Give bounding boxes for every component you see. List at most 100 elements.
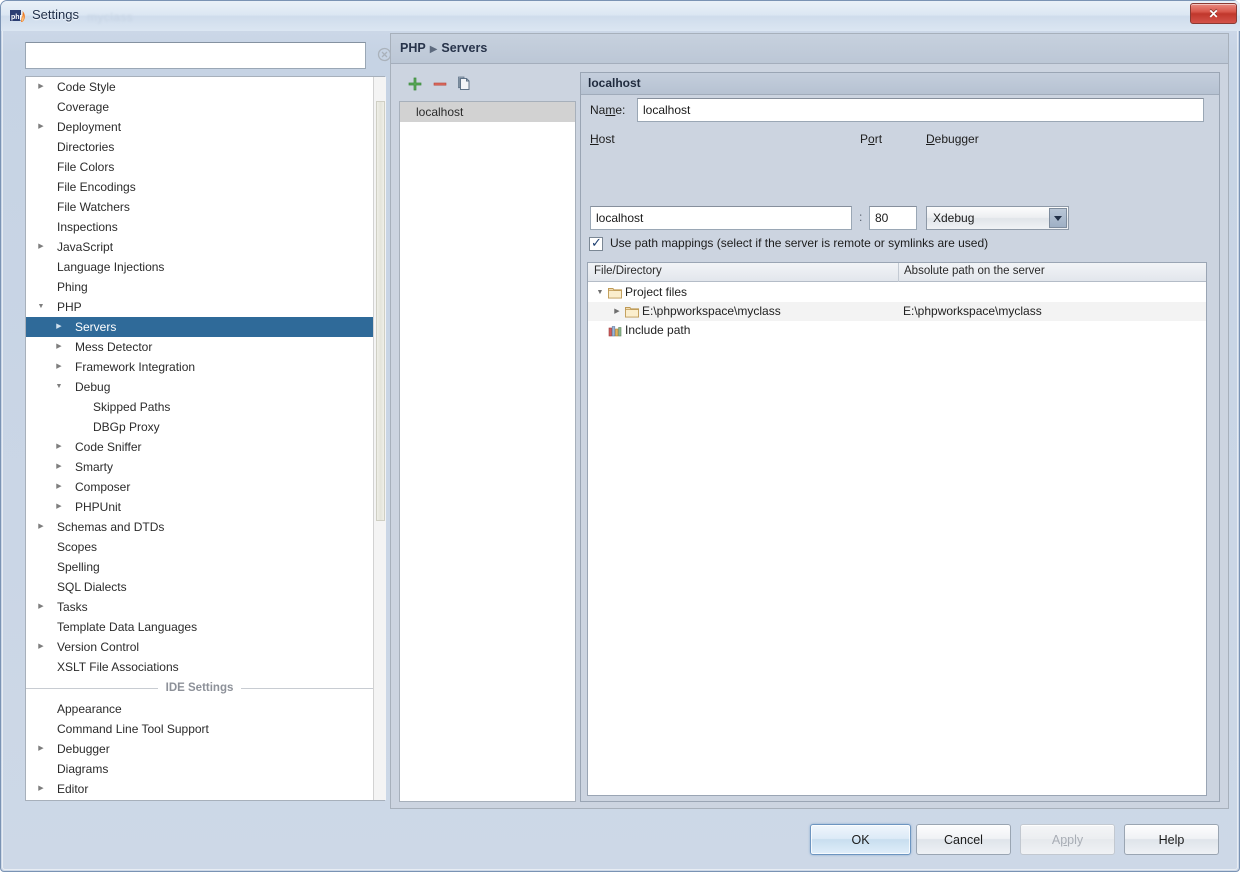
chevron-right-icon[interactable]: ▶	[36, 117, 46, 137]
sidebar-item-diagrams[interactable]: Diagrams	[26, 759, 373, 779]
column-header-absolute-path[interactable]: Absolute path on the server	[904, 265, 1045, 277]
sidebar-item-template-data-languages[interactable]: Template Data Languages	[26, 617, 373, 637]
chevron-right-icon[interactable]: ▶	[36, 739, 46, 759]
chevron-right-icon[interactable]: ▶	[54, 437, 64, 457]
breadcrumb-root[interactable]: PHP	[400, 41, 426, 55]
chevron-right-icon[interactable]: ▶	[54, 477, 64, 497]
sidebar-item-framework-integration[interactable]: ▶ Framework Integration	[26, 357, 373, 377]
help-button[interactable]: Help	[1124, 824, 1219, 855]
host-input[interactable]	[590, 206, 852, 230]
sidebar-item-javascript[interactable]: ▶ JavaScript	[26, 237, 373, 257]
servers-column: localhost	[399, 72, 576, 802]
chevron-right-icon[interactable]: ▶	[54, 337, 64, 357]
remove-icon[interactable]	[430, 74, 450, 94]
sidebar-item-editor[interactable]: ▶ Editor	[26, 779, 373, 799]
tree-item-label: Tasks	[57, 600, 88, 614]
sidebar-item-code-style[interactable]: ▶ Code Style	[26, 77, 373, 97]
debugger-label: Debugger	[926, 132, 979, 146]
sidebar-item-dbgp-proxy[interactable]: DBGp Proxy	[26, 417, 373, 437]
column-divider[interactable]	[898, 263, 899, 282]
tree-item-label: File Colors	[57, 160, 115, 174]
sidebar-item-tasks[interactable]: ▶ Tasks	[26, 597, 373, 617]
sidebar-item-scopes[interactable]: Scopes	[26, 537, 373, 557]
tree-item-label: PHPUnit	[75, 500, 122, 514]
chevron-down-icon[interactable]	[1049, 208, 1067, 228]
project-settings-items: ▶ Code Style Coverage ▶ Deployment Directorie…	[26, 77, 373, 677]
chevron-right-icon[interactable]: ▶	[54, 357, 64, 377]
settings-dialog-window: php Settings myclass ✕ ▶ Code Style Cove…	[0, 0, 1240, 872]
chevron-down-icon[interactable]: ▼	[595, 283, 605, 302]
table-row[interactable]: Include path	[588, 321, 1206, 340]
sidebar-item-code-sniffer[interactable]: ▶ Code Sniffer	[26, 437, 373, 457]
breadcrumb-leaf: Servers	[441, 41, 488, 55]
title-bar: php Settings myclass ✕	[1, 1, 1240, 31]
sidebar-item-schemas-and-dtds[interactable]: ▶ Schemas and DTDs	[26, 517, 373, 537]
sidebar-item-smarty[interactable]: ▶ Smarty	[26, 457, 373, 477]
close-button[interactable]: ✕	[1190, 3, 1237, 24]
servers-list[interactable]: localhost	[399, 101, 576, 802]
sidebar-item-language-injections[interactable]: Language Injections	[26, 257, 373, 277]
debugger-select[interactable]: Xdebug	[926, 206, 1069, 230]
chevron-down-icon[interactable]: ▼	[54, 377, 64, 397]
chevron-right-icon[interactable]: ▶	[36, 597, 46, 617]
sidebar-item-debug[interactable]: ▼ Debug	[26, 377, 373, 397]
sidebar-item-spelling[interactable]: Spelling	[26, 557, 373, 577]
sidebar-item-composer[interactable]: ▶ Composer	[26, 477, 373, 497]
sidebar-item-appearance[interactable]: Appearance	[26, 699, 373, 719]
ok-button[interactable]: OK	[810, 824, 911, 855]
chevron-right-icon[interactable]: ▶	[36, 779, 46, 799]
sidebar-item-file-colors[interactable]: File Colors	[26, 157, 373, 177]
sidebar-item-debugger[interactable]: ▶ Debugger	[26, 739, 373, 759]
name-label: Name:	[590, 103, 626, 117]
sidebar-item-mess-detector[interactable]: ▶ Mess Detector	[26, 337, 373, 357]
table-row[interactable]: ▼ Project files	[588, 283, 1206, 302]
sidebar-item-sql-dialects[interactable]: SQL Dialects	[26, 577, 373, 597]
chevron-right-icon[interactable]: ▶	[612, 302, 622, 321]
sidebar-item-xslt-file-associations[interactable]: XSLT File Associations	[26, 657, 373, 677]
path-mappings-checkbox[interactable]: ✓	[589, 236, 603, 251]
table-cell-absolute-path[interactable]: E:\phpworkspace\myclass	[903, 302, 1042, 321]
sidebar-item-phpunit[interactable]: ▶ PHPUnit	[26, 497, 373, 517]
chevron-right-icon[interactable]: ▶	[36, 637, 46, 657]
chevron-right-icon[interactable]: ▶	[36, 237, 46, 257]
copy-icon[interactable]	[454, 74, 474, 94]
apply-button[interactable]: Apply	[1020, 824, 1115, 855]
window-title-ghost: myclass	[87, 10, 134, 24]
tree-item-label: Version Control	[57, 640, 140, 654]
tree-item-label: XSLT File Associations	[57, 660, 179, 674]
table-row[interactable]: ▶ E:\phpworkspace\myclass E:\phpworkspace\…	[588, 302, 1206, 321]
sidebar-item-inspections[interactable]: Inspections	[26, 217, 373, 237]
chevron-right-icon[interactable]: ▶	[54, 317, 64, 337]
chevron-down-icon[interactable]: ▼	[36, 297, 46, 317]
add-icon[interactable]	[405, 74, 425, 94]
cancel-button[interactable]: Cancel	[916, 824, 1011, 855]
sidebar-item-file-watchers[interactable]: File Watchers	[26, 197, 373, 217]
chevron-right-icon[interactable]: ▶	[54, 497, 64, 517]
sidebar-item-coverage[interactable]: Coverage	[26, 97, 373, 117]
tree-item-label: Schemas and DTDs	[57, 520, 165, 534]
port-input[interactable]	[869, 206, 917, 230]
search-input[interactable]	[25, 42, 366, 69]
sidebar-item-command-line-tool-support[interactable]: Command Line Tool Support	[26, 719, 373, 739]
server-list-item[interactable]: localhost	[400, 102, 575, 122]
sidebar-item-servers[interactable]: ▶ Servers	[26, 317, 373, 337]
close-icon: ✕	[1208, 6, 1219, 21]
tree-item-label: Coverage	[57, 100, 110, 114]
chevron-right-icon[interactable]: ▶	[54, 457, 64, 477]
column-header-file-directory[interactable]: File/Directory	[594, 265, 662, 277]
sidebar-item-phing[interactable]: Phing	[26, 277, 373, 297]
sidebar-item-file-encodings[interactable]: File Encodings	[26, 177, 373, 197]
tree-item-label: Editor	[57, 782, 89, 796]
chevron-right-icon[interactable]: ▶	[36, 77, 46, 97]
sidebar-item-version-control[interactable]: ▶ Version Control	[26, 637, 373, 657]
sidebar-item-skipped-paths[interactable]: Skipped Paths	[26, 397, 373, 417]
chevron-right-icon[interactable]: ▶	[36, 517, 46, 537]
sidebar-scrollbar-thumb[interactable]	[376, 101, 385, 521]
sidebar-item-directories[interactable]: Directories	[26, 137, 373, 157]
sidebar-scrollbar[interactable]	[373, 77, 386, 800]
server-name-input[interactable]	[637, 98, 1204, 122]
sidebar-item-deployment[interactable]: ▶ Deployment	[26, 117, 373, 137]
sidebar-item-php[interactable]: ▼ PHP	[26, 297, 373, 317]
